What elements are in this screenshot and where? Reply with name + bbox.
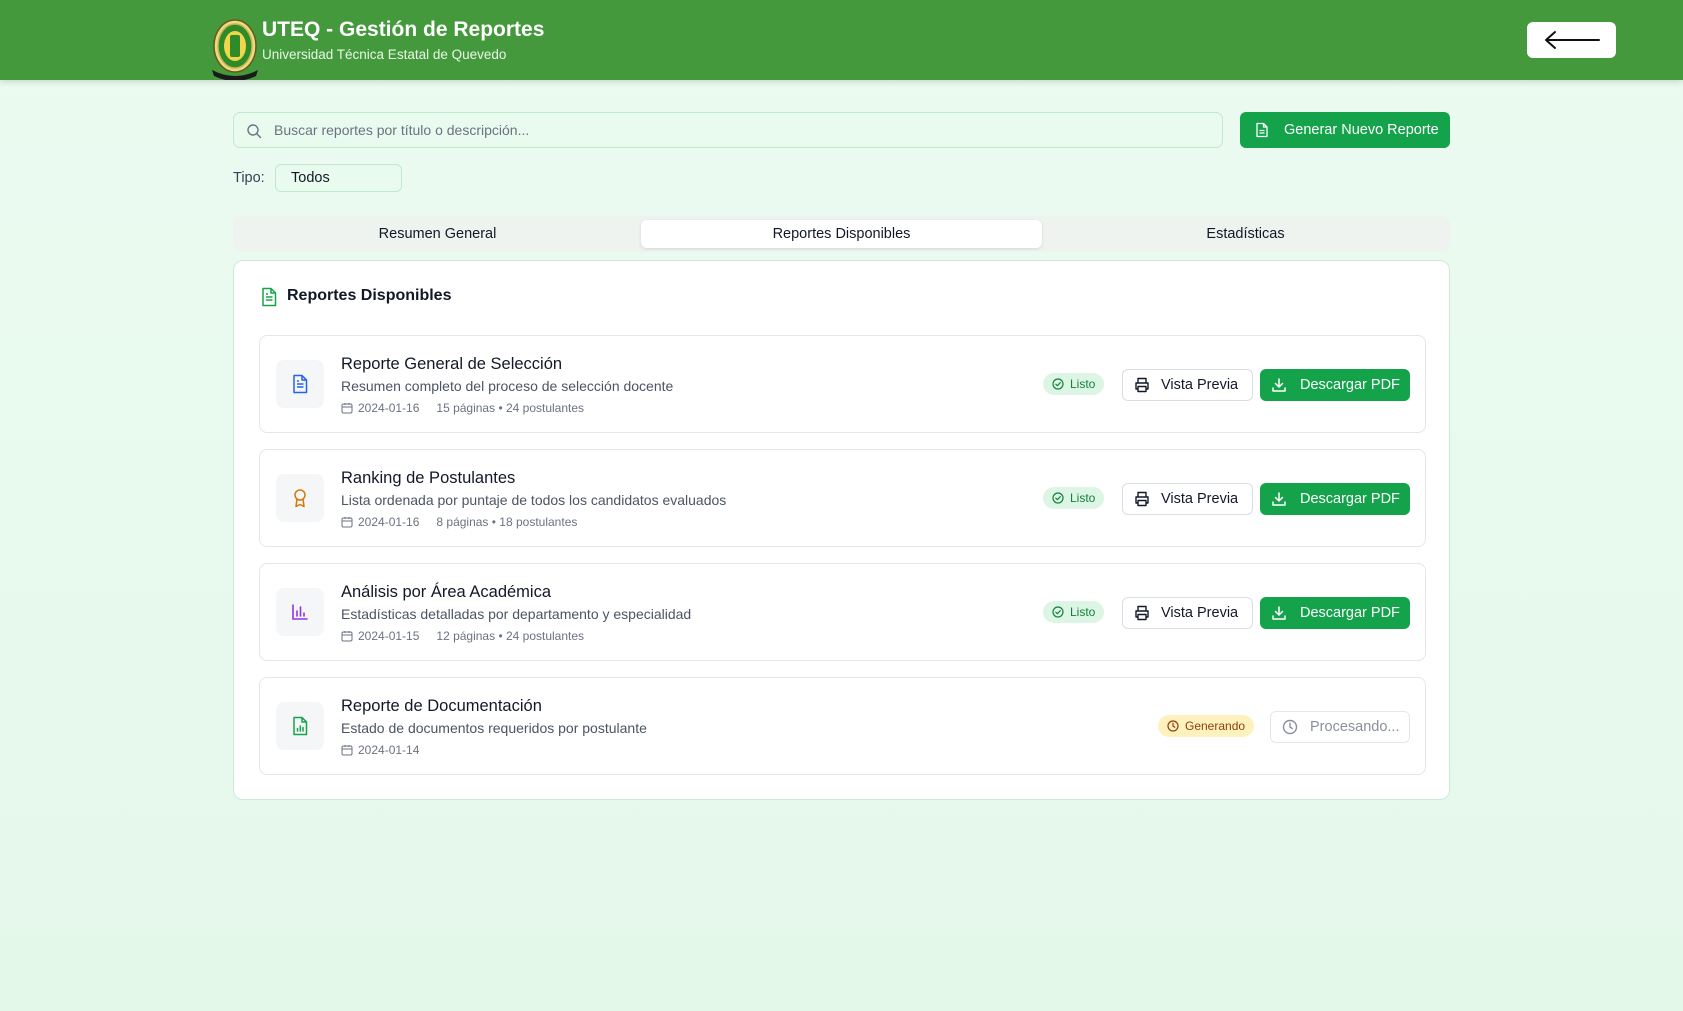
preview-label: Vista Previa <box>1161 605 1239 621</box>
processing-button: Procesando... <box>1270 711 1410 743</box>
back-button[interactable] <box>1527 22 1616 58</box>
file-chart-icon <box>293 716 308 736</box>
report-meta: 2024-01-14 <box>341 743 419 757</box>
download-icon <box>1272 378 1286 392</box>
report-meta: 2024-01-15 12 páginas • 24 postulantes <box>341 629 584 643</box>
report-extra: 15 páginas • 24 postulantes <box>436 401 585 415</box>
printer-icon <box>1135 491 1149 507</box>
file-text-icon <box>293 374 308 394</box>
report-meta: 2024-01-16 8 páginas • 18 postulantes <box>341 515 577 529</box>
download-pdf-button[interactable]: Descargar PDF <box>1260 369 1410 401</box>
search-box[interactable] <box>233 112 1223 148</box>
clock-icon <box>1282 719 1298 735</box>
report-title: Reporte General de Selección <box>341 355 563 373</box>
report-extra: 12 páginas • 24 postulantes <box>436 629 585 643</box>
type-filter-select[interactable]: Todos <box>275 164 402 192</box>
generate-report-button[interactable]: Generar Nuevo Reporte <box>1240 112 1450 148</box>
report-description: Lista ordenada por puntaje de todos los … <box>341 492 727 508</box>
tab-bar: Resumen General Reportes Disponibles Est… <box>233 216 1450 252</box>
report-card: Ranking de Postulantes Lista ordenada po… <box>259 449 1426 547</box>
download-icon <box>1272 492 1286 506</box>
check-circle-icon <box>1052 606 1064 618</box>
report-date: 2024-01-16 <box>358 515 420 529</box>
panel-title: Reportes Disponibles <box>287 287 452 304</box>
search-icon <box>247 124 262 139</box>
report-icon-box <box>276 588 324 636</box>
report-date: 2024-01-15 <box>358 629 420 643</box>
status-label: Listo <box>1070 605 1096 619</box>
tab-resumen-general[interactable]: Resumen General <box>237 220 638 248</box>
report-title: Ranking de Postulantes <box>341 469 516 487</box>
report-card: Análisis por Área Académica Estadísticas… <box>259 563 1426 661</box>
type-filter-label: Tipo: <box>233 170 265 186</box>
preview-button[interactable]: Vista Previa <box>1122 597 1253 629</box>
uteq-logo <box>212 19 258 80</box>
printer-icon <box>1135 605 1149 621</box>
bar-chart-icon <box>292 604 308 620</box>
status-label: Listo <box>1070 377 1096 391</box>
preview-button[interactable]: Vista Previa <box>1122 483 1253 515</box>
download-pdf-button[interactable]: Descargar PDF <box>1260 597 1410 629</box>
status-badge: Listo <box>1043 601 1105 623</box>
check-circle-icon <box>1052 492 1064 504</box>
search-input[interactable] <box>274 113 1214 147</box>
report-title: Reporte de Documentación <box>341 697 542 715</box>
report-icon-box <box>276 474 324 522</box>
calendar-icon <box>341 745 353 756</box>
file-text-icon <box>262 287 277 307</box>
status-label: Generando <box>1185 719 1246 733</box>
file-icon <box>1256 122 1268 138</box>
preview-label: Vista Previa <box>1161 491 1239 507</box>
report-date: 2024-01-14 <box>358 743 420 757</box>
preview-label: Vista Previa <box>1161 377 1239 393</box>
report-extra: 8 páginas • 18 postulantes <box>436 515 578 529</box>
check-circle-icon <box>1052 378 1064 390</box>
download-label: Descargar PDF <box>1300 605 1400 621</box>
arrow-left-icon <box>1544 31 1600 49</box>
preview-button[interactable]: Vista Previa <box>1122 369 1253 401</box>
calendar-icon <box>341 631 353 642</box>
app-header: UTEQ - Gestión de Reportes Universidad T… <box>0 0 1683 80</box>
report-title: Análisis por Área Académica <box>341 583 552 601</box>
status-badge: Generando <box>1158 715 1255 737</box>
download-label: Descargar PDF <box>1300 491 1400 507</box>
report-icon-box <box>276 702 324 750</box>
download-pdf-button[interactable]: Descargar PDF <box>1260 483 1410 515</box>
report-card: Reporte General de Selección Resumen com… <box>259 335 1426 433</box>
report-description: Resumen completo del proceso de selecció… <box>341 378 674 394</box>
report-icon-box <box>276 360 324 408</box>
report-date: 2024-01-16 <box>358 401 420 415</box>
status-badge: Listo <box>1043 487 1105 509</box>
report-description: Estado de documentos requeridos por post… <box>341 720 647 736</box>
clock-icon <box>1167 720 1179 732</box>
app-subtitle: Universidad Técnica Estatal de Quevedo <box>262 47 507 62</box>
generate-report-label: Generar Nuevo Reporte <box>1284 122 1439 138</box>
app-title: UTEQ - Gestión de Reportes <box>262 18 545 41</box>
report-meta: 2024-01-16 15 páginas • 24 postulantes <box>341 401 584 415</box>
calendar-icon <box>341 517 353 528</box>
report-description: Estadísticas detalladas por departamento… <box>341 606 692 622</box>
download-icon <box>1272 606 1286 620</box>
status-badge: Listo <box>1043 373 1105 395</box>
processing-label: Procesando... <box>1310 719 1400 735</box>
download-label: Descargar PDF <box>1300 377 1400 393</box>
tab-reportes-disponibles[interactable]: Reportes Disponibles <box>641 220 1042 248</box>
printer-icon <box>1135 377 1149 393</box>
reports-panel: Reportes Disponibles Reporte General de … <box>233 260 1450 800</box>
calendar-icon <box>341 403 353 414</box>
status-label: Listo <box>1070 491 1096 505</box>
award-icon <box>294 489 306 508</box>
report-card: Reporte de Documentación Estado de docum… <box>259 677 1426 775</box>
tab-estadisticas[interactable]: Estadísticas <box>1045 220 1446 248</box>
